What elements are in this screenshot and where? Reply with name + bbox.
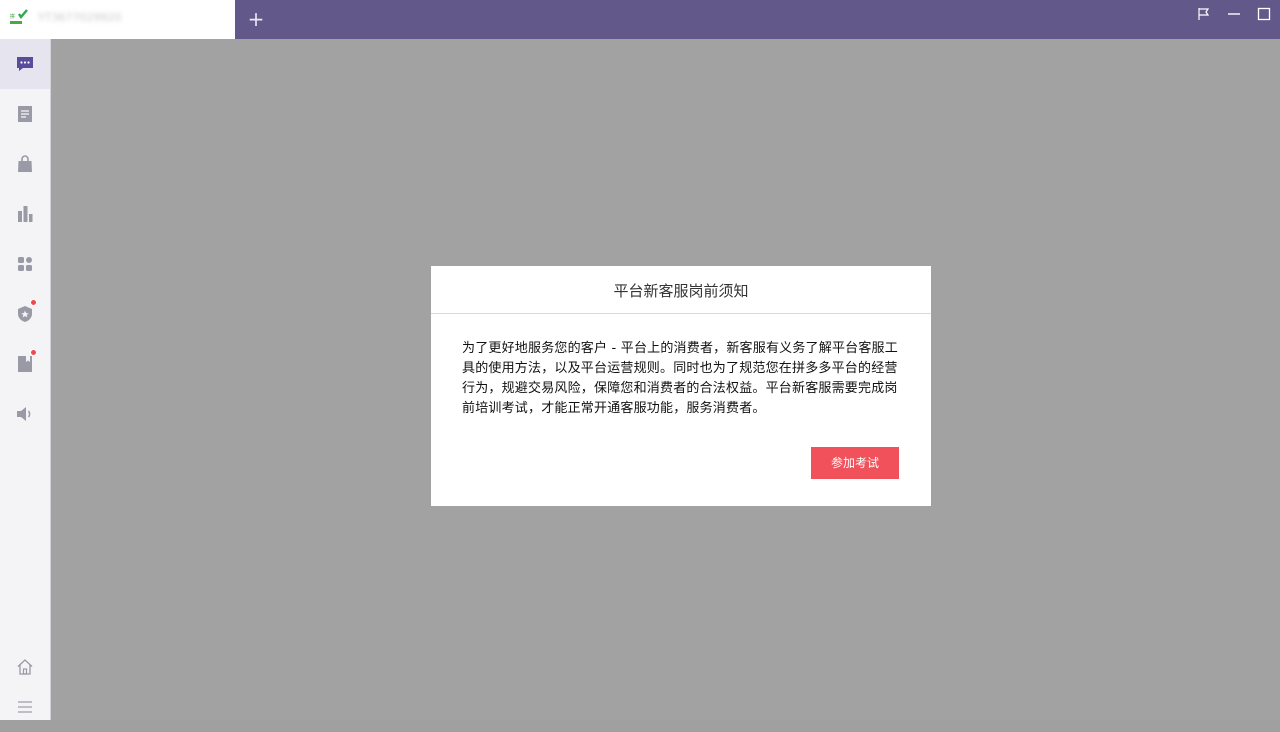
sidebar-item-announcement[interactable]	[0, 389, 50, 439]
notification-badge	[30, 299, 37, 306]
onboarding-notice-dialog: 平台新客服岗前须知 为了更好地服务您的客户 - 平台上的消费者，新客服有义务了解…	[431, 266, 931, 506]
dialog-title: 平台新客服岗前须知	[431, 266, 931, 314]
minimize-button[interactable]	[1223, 4, 1245, 24]
sidebar-item-document[interactable]	[0, 89, 50, 139]
title-bar: 拼 YT3677029920 +	[0, 0, 1280, 39]
home-icon	[17, 659, 33, 675]
shield-star-icon	[18, 306, 32, 322]
new-tab-button[interactable]: +	[245, 8, 267, 30]
chat-icon	[17, 57, 33, 71]
bar-chart-icon	[18, 206, 33, 222]
pin-button[interactable]	[1193, 4, 1215, 24]
sidebar-item-data[interactable]	[0, 189, 50, 239]
app-logo-icon: 拼	[10, 9, 28, 25]
shopping-bag-icon	[18, 155, 32, 172]
sidebar-item-goods[interactable]	[0, 139, 50, 189]
minimize-icon	[1228, 13, 1240, 15]
menu-icon	[18, 701, 32, 713]
notebook-icon	[18, 356, 32, 372]
sidebar-item-notebook[interactable]	[0, 339, 50, 389]
svg-text:拼: 拼	[10, 13, 15, 20]
notification-badge	[30, 349, 37, 356]
speaker-icon	[17, 407, 31, 421]
sidebar-item-chat[interactable]	[0, 39, 50, 89]
pin-icon	[1198, 8, 1210, 20]
tab-title: YT3677029920	[38, 11, 122, 24]
sidebar-item-apps[interactable]	[0, 239, 50, 289]
dialog-body-text: 为了更好地服务您的客户 - 平台上的消费者，新客服有义务了解平台客服工具的使用方…	[462, 341, 898, 416]
take-exam-button[interactable]: 参加考试	[811, 447, 899, 479]
maximize-button[interactable]	[1253, 4, 1275, 24]
sidebar	[0, 39, 51, 720]
maximize-icon	[1257, 7, 1271, 21]
sidebar-item-menu[interactable]	[0, 682, 50, 732]
sidebar-item-security[interactable]	[0, 289, 50, 339]
tab-active[interactable]: 拼 YT3677029920	[0, 0, 235, 39]
document-icon	[18, 106, 32, 122]
apps-grid-icon	[18, 257, 32, 271]
